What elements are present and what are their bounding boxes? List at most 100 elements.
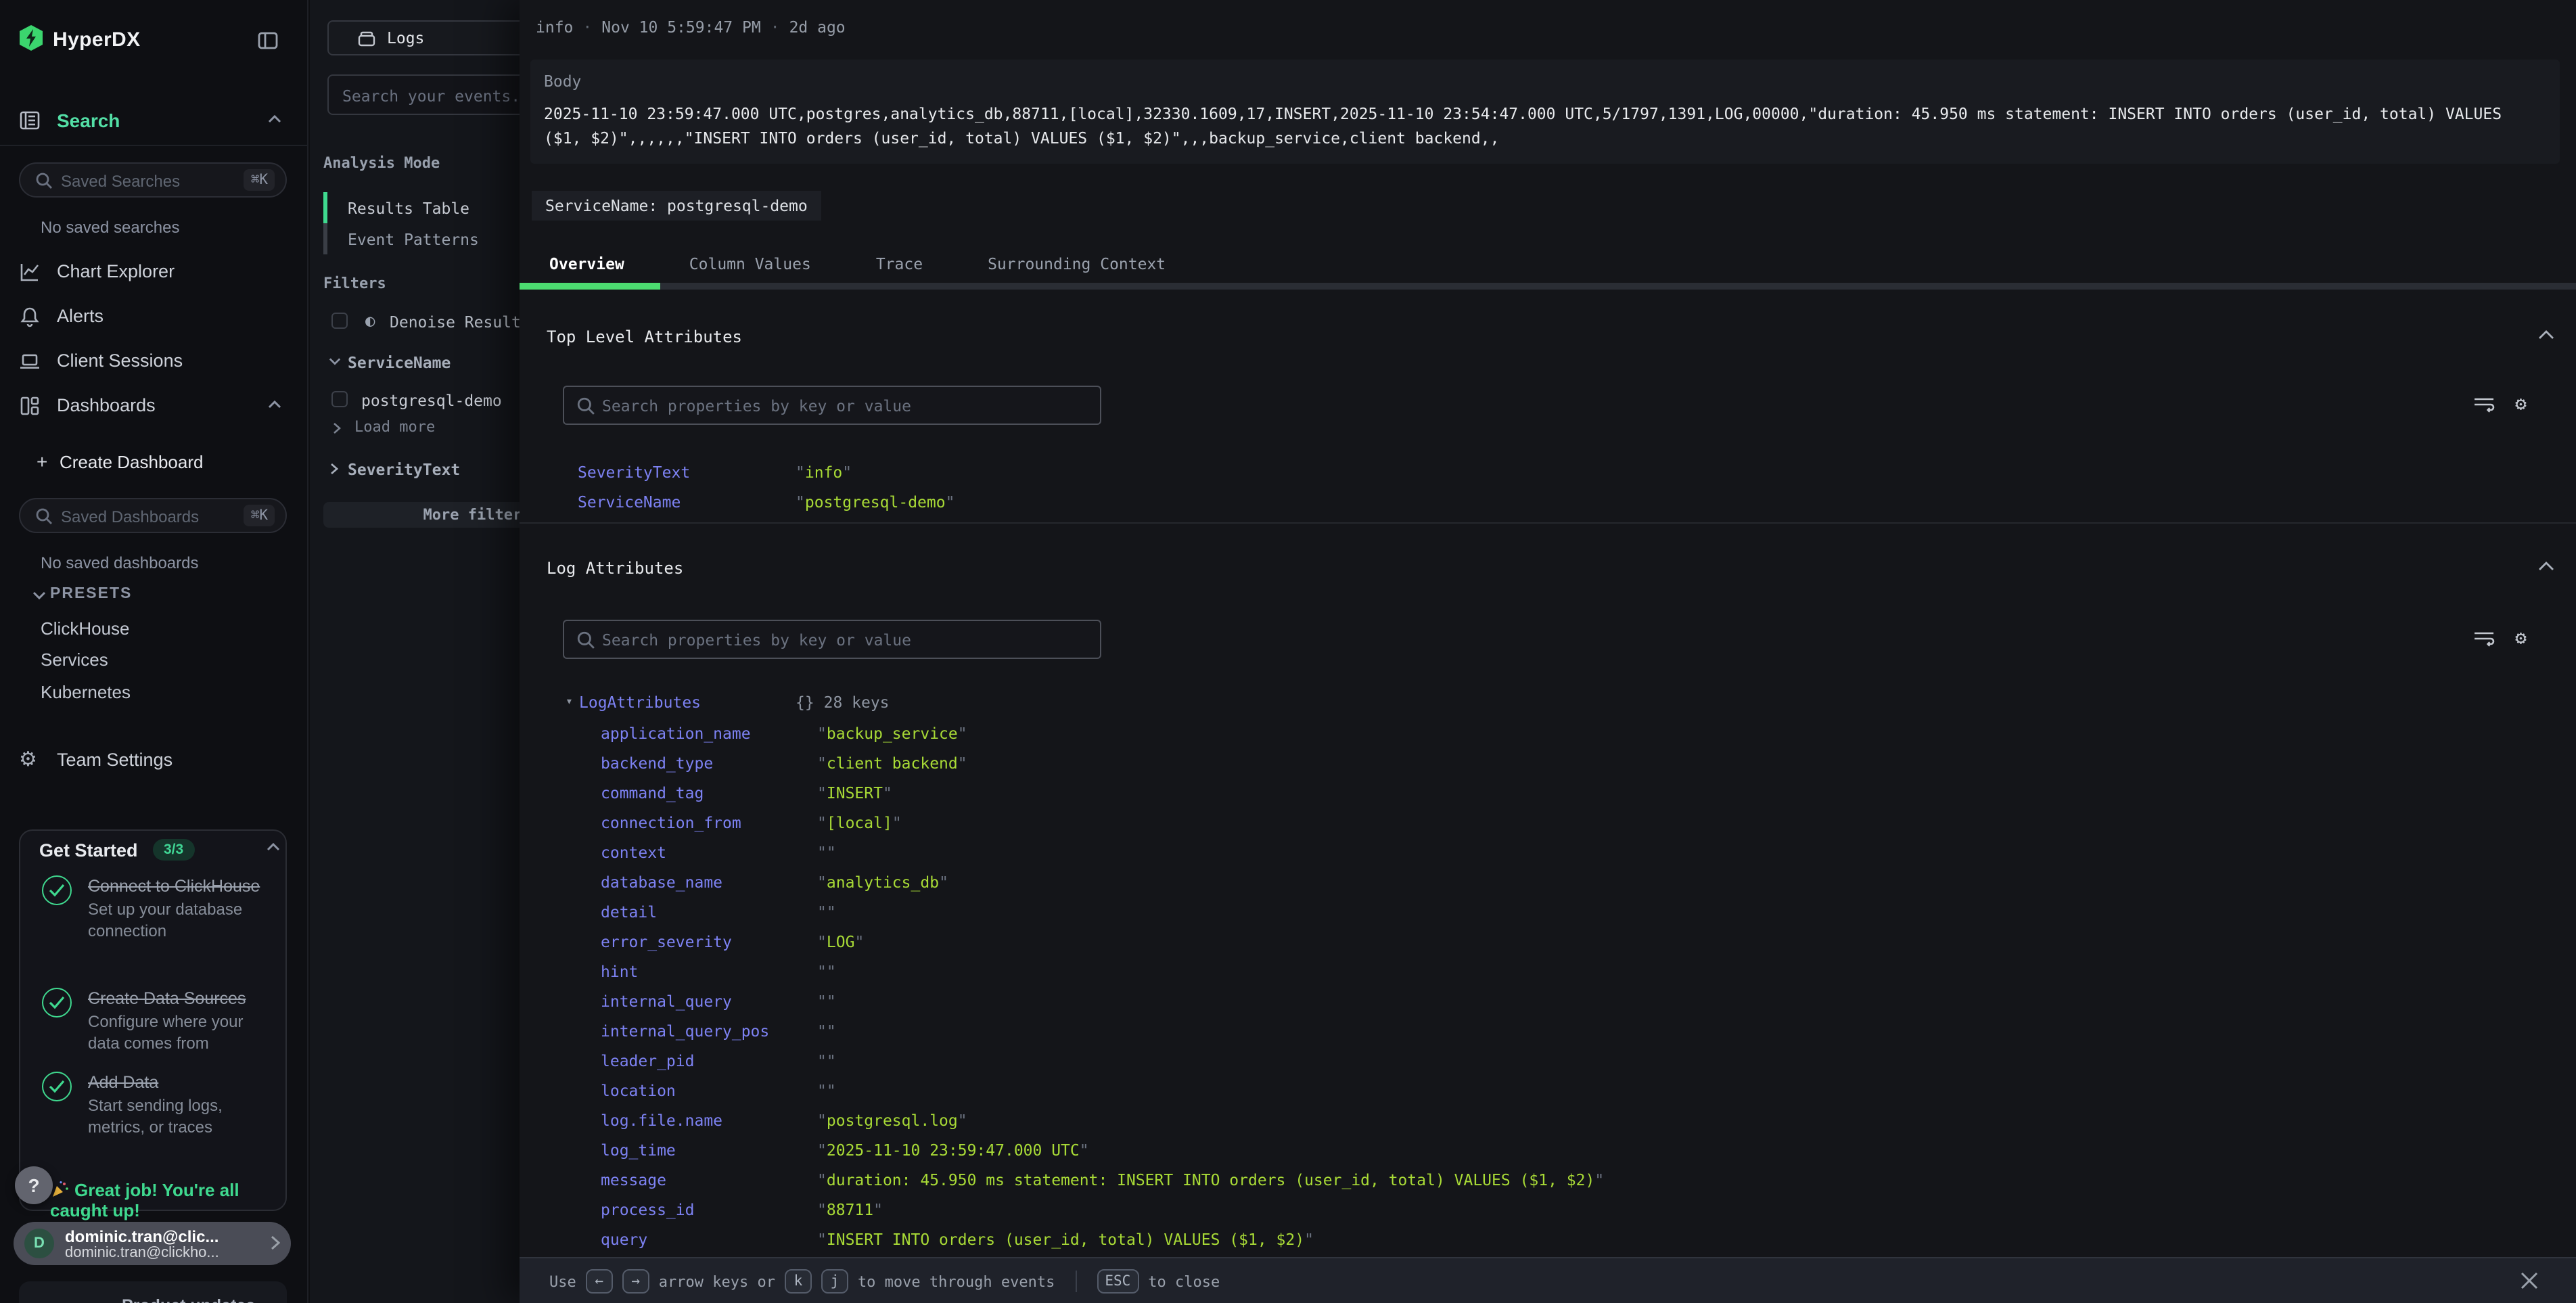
sidebar-item-team-settings[interactable]: ⚙ Team Settings xyxy=(0,744,308,777)
top-level-search-input[interactable]: Search properties by key or value xyxy=(563,386,1101,425)
mode-results-table[interactable]: Results Table xyxy=(348,199,469,218)
attribute-row[interactable]: log_time"2025-11-10 23:59:47.000 UTC" xyxy=(520,1135,2549,1165)
attribute-key[interactable]: error_severity xyxy=(601,927,732,957)
chevron-right-icon[interactable] xyxy=(333,422,341,434)
attribute-row[interactable]: query "INSERT INTO orders (user_id, total… xyxy=(520,1225,2549,1254)
esc-key[interactable]: ESC xyxy=(1097,1269,1138,1294)
attribute-value[interactable]: "duration: 45.950 ms statement: INSERT I… xyxy=(817,1165,1604,1195)
attribute-value[interactable]: "[local]" xyxy=(817,808,902,838)
filter-value-postgresql-demo[interactable]: postgresql-demo xyxy=(361,391,502,410)
attribute-row[interactable]: ServiceName"postgresql-demo" xyxy=(520,487,2549,517)
attribute-key[interactable]: ServiceName xyxy=(578,487,681,517)
wrap-lines-icon[interactable] xyxy=(2473,395,2495,417)
denoise-checkbox[interactable] xyxy=(331,313,348,329)
body-text[interactable]: 2025-11-10 23:59:47.000 UTC,postgres,ana… xyxy=(544,103,2544,150)
attribute-value[interactable]: "analytics_db" xyxy=(817,867,948,897)
attribute-row[interactable]: SeverityText "info" xyxy=(520,457,2549,487)
close-icon[interactable] xyxy=(2519,1271,2539,1291)
chevron-right-icon[interactable] xyxy=(330,463,338,475)
create-dashboard-button[interactable]: + Create Dashboard xyxy=(0,449,308,476)
attribute-key[interactable]: context xyxy=(601,838,666,867)
attribute-row[interactable]: command_tag"INSERT" xyxy=(520,778,2549,808)
attribute-key[interactable]: internal_query_pos xyxy=(601,1016,769,1046)
attribute-key[interactable]: location xyxy=(601,1076,676,1105)
attribute-row[interactable]: detail "" xyxy=(520,897,2549,927)
logattributes-parent-row[interactable]: ▾ LogAttributes {} 28 keys xyxy=(520,687,2549,717)
attribute-key[interactable]: detail xyxy=(601,897,657,927)
attribute-key[interactable]: database_name xyxy=(601,867,722,897)
arrow-right-key[interactable]: → xyxy=(622,1269,649,1294)
attribute-value[interactable]: "" xyxy=(817,897,836,927)
k-key[interactable]: k xyxy=(785,1269,812,1294)
attribute-value[interactable]: "" xyxy=(817,1076,836,1105)
attribute-value[interactable]: "" xyxy=(817,957,836,986)
attribute-key[interactable]: process_id xyxy=(601,1195,695,1225)
attribute-row[interactable]: context "" xyxy=(520,838,2549,867)
chevron-up-icon[interactable] xyxy=(267,843,280,851)
attribute-row[interactable]: internal_query "" xyxy=(520,986,2549,1016)
tab-trace[interactable]: Trace xyxy=(876,254,923,283)
attribute-row[interactable]: leader_pid"" xyxy=(520,1046,2549,1076)
attribute-key[interactable]: query xyxy=(601,1225,647,1254)
attribute-value[interactable]: "info" xyxy=(796,457,852,487)
tab-column-values[interactable]: Column Values xyxy=(689,254,811,283)
collapse-section-icon[interactable] xyxy=(2538,330,2554,340)
attribute-value[interactable]: "2025-11-10 23:59:47.000 UTC" xyxy=(817,1135,1089,1165)
mode-event-patterns[interactable]: Event Patterns xyxy=(348,230,479,249)
attribute-row[interactable]: error_severity "LOG" xyxy=(520,927,2549,957)
filter-group-severitytext[interactable]: SeverityText xyxy=(348,460,460,479)
attribute-value[interactable]: "LOG" xyxy=(817,927,864,957)
attribute-value[interactable]: "INSERT" xyxy=(817,778,892,808)
attribute-key[interactable]: log.file.name xyxy=(601,1105,722,1135)
sidebar-item-search[interactable]: Search xyxy=(0,104,308,137)
attribute-value[interactable]: "postgresql.log" xyxy=(817,1105,967,1135)
collapse-sidebar-icon[interactable] xyxy=(257,30,279,51)
attribute-value[interactable]: "client backend" xyxy=(817,748,967,778)
attribute-row[interactable]: connection_from "[local]" xyxy=(520,808,2549,838)
attribute-row[interactable]: location "" xyxy=(520,1076,2549,1105)
attribute-value[interactable]: "" xyxy=(817,838,836,867)
attribute-value[interactable]: "INSERT INTO orders (user_id, total) VAL… xyxy=(817,1225,1314,1254)
attribute-key[interactable]: backend_type xyxy=(601,748,713,778)
user-menu[interactable]: D dominic.tran@clic... dominic.tran@clic… xyxy=(14,1222,291,1265)
attribute-row[interactable]: hint "" xyxy=(520,957,2549,986)
j-key[interactable]: j xyxy=(821,1269,848,1294)
attribute-row[interactable]: backend_type "client backend" xyxy=(520,748,2549,778)
attribute-row[interactable]: application_name "backup_service" xyxy=(520,718,2549,748)
saved-dashboards-input[interactable]: Saved Dashboards ⌘K xyxy=(19,498,287,533)
chevron-up-icon[interactable] xyxy=(268,401,281,409)
chevron-down-icon[interactable] xyxy=(329,357,341,365)
chevron-up-icon[interactable] xyxy=(268,115,281,123)
gear-icon[interactable]: ⚙ xyxy=(2515,629,2527,651)
attribute-key[interactable]: SeverityText xyxy=(578,457,690,487)
load-more-link[interactable]: Load more xyxy=(354,418,435,436)
sidebar-item-dashboards[interactable]: Dashboards xyxy=(0,390,308,422)
sidebar-item-client-sessions[interactable]: Client Sessions xyxy=(0,345,308,378)
attribute-value[interactable]: "88711" xyxy=(817,1195,883,1225)
arrow-left-key[interactable]: ← xyxy=(586,1269,613,1294)
presets-toggle[interactable]: PRESETS xyxy=(32,585,303,606)
attribute-value[interactable]: "backup_service" xyxy=(817,718,967,748)
attribute-value[interactable]: "" xyxy=(817,1016,836,1046)
attribute-key[interactable]: internal_query xyxy=(601,986,732,1016)
attribute-value[interactable]: "" xyxy=(817,986,836,1016)
tab-surrounding-context[interactable]: Surrounding Context xyxy=(988,254,1166,283)
attribute-row[interactable]: internal_query_pos "" xyxy=(520,1016,2549,1046)
attribute-key[interactable]: connection_from xyxy=(601,808,741,838)
attribute-key[interactable]: application_name xyxy=(601,718,751,748)
attribute-key[interactable]: LogAttributes xyxy=(579,687,701,717)
denoise-label[interactable]: Denoise Results xyxy=(390,313,520,332)
attribute-row[interactable]: message"duration: 45.950 ms statement: I… xyxy=(520,1165,2549,1195)
collapse-section-icon[interactable] xyxy=(2538,562,2554,571)
attribute-key[interactable]: hint xyxy=(601,957,638,986)
event-search-input[interactable]: Search your events... xyxy=(327,74,520,115)
service-tag[interactable]: ServiceName: postgresql-demo xyxy=(532,191,821,221)
gear-icon[interactable]: ⚙ xyxy=(2515,395,2527,417)
postgresql-demo-checkbox[interactable] xyxy=(331,391,348,407)
product-updates-card[interactable]: Product updates xyxy=(19,1281,287,1303)
saved-searches-input[interactable]: Saved Searches ⌘K xyxy=(19,162,287,198)
log-attributes-search-input[interactable]: Search properties by key or value xyxy=(563,620,1101,659)
attribute-row[interactable]: database_name "analytics_db" xyxy=(520,867,2549,897)
sidebar-item-chart-explorer[interactable]: Chart Explorer xyxy=(0,256,308,288)
more-filters-button[interactable]: More filters xyxy=(323,502,520,528)
